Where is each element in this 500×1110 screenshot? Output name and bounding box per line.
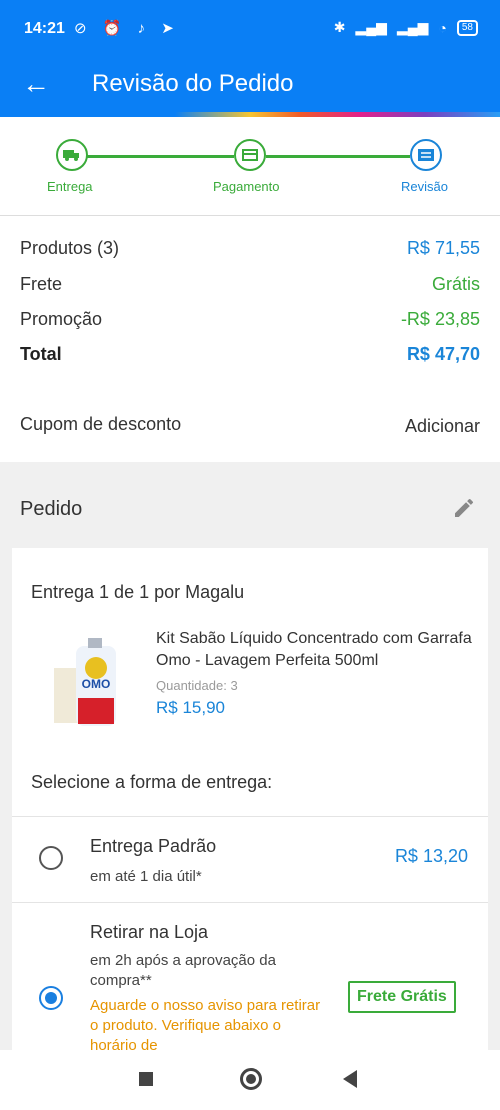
promocao-value: -R$ 23,85 — [400, 309, 480, 329]
option-subtitle-line1: em 2h após a aprovação da — [90, 952, 276, 969]
step-label-pagamento: Pagamento — [213, 179, 280, 194]
step-label-entrega: Entrega — [47, 179, 93, 194]
app-bar: ← Revisão do Pedido — [0, 60, 500, 112]
produtos-value: R$ 71,55 — [406, 238, 480, 258]
step-connector — [84, 155, 234, 158]
notification-icons: ⊘ ⏰ ♪ ➤ — [74, 20, 180, 37]
total-value: R$ 47,70 — [406, 344, 480, 364]
summary-row-total: Total R$ 47,70 — [20, 344, 480, 365]
review-list-icon — [410, 139, 442, 171]
delivery-header: Entrega 1 de 1 por Magalu — [31, 582, 245, 602]
step-label-revisao: Revisão — [401, 179, 448, 194]
truck-icon — [56, 139, 88, 171]
step-connector — [266, 155, 410, 158]
summary-row-frete: Frete Grátis — [20, 274, 480, 295]
order-section-title: Pedido — [20, 498, 83, 520]
produtos-label: Produtos (3) — [20, 238, 120, 258]
product-name: Kit Sabão Líquido Concentrado com Garraf… — [156, 630, 472, 669]
select-delivery-label: Selecione a forma de entrega: — [31, 772, 273, 792]
frete-value: Grátis — [431, 274, 480, 294]
option-subtitle: em até 1 dia útil* — [90, 868, 202, 885]
back-arrow-icon[interactable]: ← — [22, 68, 50, 100]
quantity-value: 3 — [230, 678, 238, 693]
page-title: Revisão do Pedido — [92, 70, 294, 97]
option-title: Retirar na Loja — [90, 922, 209, 942]
radio-unselected[interactable] — [39, 846, 63, 870]
system-nav-bar — [0, 1050, 500, 1110]
wifi-icon: ◔ — [438, 19, 447, 36]
status-time: 14:21 — [24, 20, 65, 37]
divider — [12, 816, 488, 817]
delivery-card: Entrega 1 de 1 por Magalu OMO Kit Sabão … — [12, 548, 488, 1050]
option-title: Entrega Padrão — [90, 836, 217, 856]
status-bar: 14:21 ⊘ ⏰ ♪ ➤ ✱ ▂▄▆ ▂▄▆ ◔ 58 — [0, 0, 500, 60]
coupon-row[interactable]: Cupom de desconto Adicionar — [0, 388, 500, 462]
signal-icon-2: ▂▄▆ — [396, 19, 429, 35]
pickup-warning: Aguarde o nosso aviso para retirar o pro… — [90, 997, 321, 1050]
product-image: OMO — [52, 638, 124, 728]
back-icon[interactable] — [343, 1070, 357, 1088]
frete-gratis-badge: Frete Grátis — [348, 981, 456, 1013]
home-icon[interactable] — [240, 1068, 262, 1090]
checkout-stepper: Entrega Pagamento Revisão — [0, 117, 500, 216]
option-price: R$ 13,20 — [394, 846, 468, 866]
divider — [12, 902, 488, 903]
order-summary: Produtos (3) R$ 71,55 Frete Grátis Promo… — [0, 216, 500, 389]
radio-selected[interactable] — [39, 986, 63, 1010]
total-label: Total — [20, 344, 62, 364]
signal-icon: ▂▄▆ — [355, 19, 387, 35]
frete-label: Frete — [20, 274, 63, 294]
edit-pencil-icon[interactable] — [452, 496, 476, 526]
quantity-label: Quantidade: — [156, 678, 227, 693]
bluetooth-icon: ✱ — [333, 19, 346, 35]
product-quantity: Quantidade: 3 — [156, 678, 238, 693]
card-icon — [234, 139, 266, 171]
add-coupon-button[interactable]: Adicionar — [405, 416, 480, 437]
system-icons: ✱ ▂▄▆ ▂▄▆ ◔ 58 — [334, 19, 478, 36]
option-subtitle-line2: compra** — [90, 972, 152, 989]
product-brand-text: OMO — [82, 677, 111, 691]
product-price: R$ 15,90 — [156, 698, 225, 717]
battery-icon: 58 — [456, 19, 478, 36]
coupon-label: Cupom de desconto — [20, 414, 182, 434]
promocao-label: Promoção — [20, 309, 103, 329]
recent-apps-icon[interactable] — [139, 1072, 153, 1086]
summary-row-produtos: Produtos (3) R$ 71,55 — [20, 238, 480, 259]
summary-row-promocao: Promoção -R$ 23,85 — [20, 309, 480, 330]
